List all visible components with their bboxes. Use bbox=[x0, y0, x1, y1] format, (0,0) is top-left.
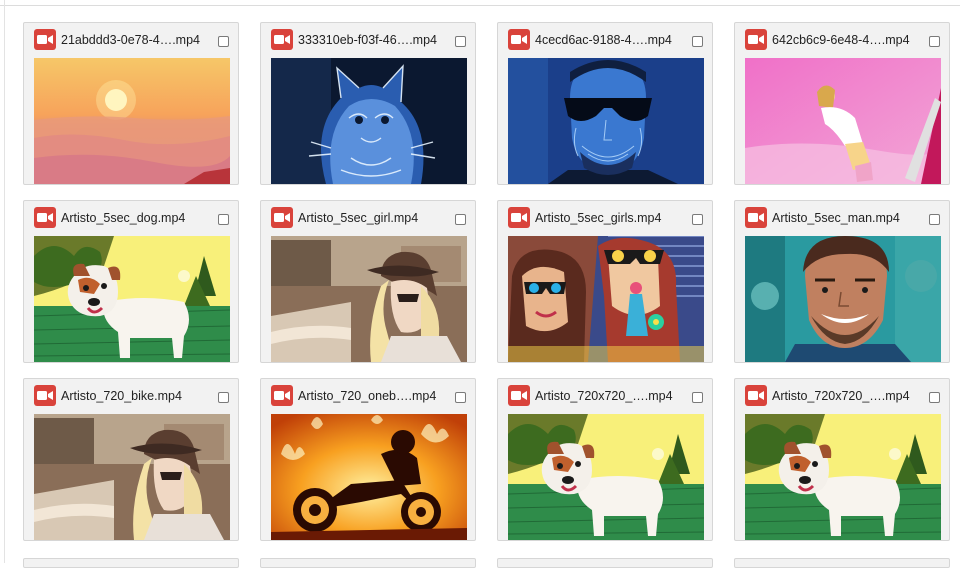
video-thumbnail[interactable] bbox=[271, 58, 467, 184]
file-name[interactable]: Artisto_720x720_….mp4 bbox=[772, 389, 910, 403]
file-name[interactable]: 21abddd3-0e78-4….mp4 bbox=[61, 33, 200, 47]
select-checkbox[interactable] bbox=[455, 392, 466, 403]
video-camera-icon bbox=[745, 207, 767, 228]
video-camera-icon bbox=[271, 385, 293, 406]
file-name[interactable]: Artisto_5sec_girl.mp4 bbox=[298, 211, 418, 225]
card-header: 642cb6c9-6e48-4….mp4 bbox=[735, 23, 949, 59]
file-name[interactable]: 642cb6c9-6e48-4….mp4 bbox=[772, 33, 910, 47]
video-card[interactable]: Artisto_5sec_man.mp4 bbox=[734, 200, 950, 363]
video-grid: 21abddd3-0e78-4….mp4 333310eb-f03f-46….m… bbox=[23, 22, 950, 541]
video-camera-icon bbox=[508, 29, 530, 50]
card-header: Artisto_5sec_dog.mp4 bbox=[24, 201, 238, 237]
video-card[interactable]: Artisto_720x720_….mp4 bbox=[497, 378, 713, 541]
video-card[interactable]: Artisto_720_oneb….mp4 bbox=[260, 378, 476, 541]
select-checkbox[interactable] bbox=[455, 36, 466, 47]
video-camera-icon bbox=[508, 207, 530, 228]
video-thumbnail[interactable] bbox=[745, 236, 941, 362]
video-camera-icon bbox=[271, 29, 293, 50]
video-camera-icon bbox=[34, 385, 56, 406]
card-header: Artisto_720_bike.mp4 bbox=[24, 379, 238, 415]
file-name[interactable]: Artisto_720_oneb….mp4 bbox=[298, 389, 436, 403]
video-card[interactable]: Artisto_5sec_girl.mp4 bbox=[260, 200, 476, 363]
file-name[interactable]: Artisto_5sec_dog.mp4 bbox=[61, 211, 185, 225]
select-checkbox[interactable] bbox=[218, 214, 229, 225]
select-checkbox[interactable] bbox=[929, 214, 940, 225]
card-header: Artisto_720_oneb….mp4 bbox=[261, 379, 475, 415]
select-checkbox[interactable] bbox=[455, 214, 466, 225]
select-checkbox[interactable] bbox=[692, 36, 703, 47]
video-card[interactable]: 333310eb-f03f-46….mp4 bbox=[260, 22, 476, 185]
video-card[interactable]: Artisto_5sec_dog.mp4 bbox=[23, 200, 239, 363]
card-header: 333310eb-f03f-46….mp4 bbox=[261, 23, 475, 59]
video-thumbnail[interactable] bbox=[34, 58, 230, 184]
video-thumbnail[interactable] bbox=[508, 414, 704, 540]
card-header: Artisto_720x720_….mp4 bbox=[498, 379, 712, 415]
file-name[interactable]: Artisto_5sec_man.mp4 bbox=[772, 211, 900, 225]
video-thumbnail[interactable] bbox=[271, 236, 467, 362]
video-card-partial[interactable] bbox=[734, 558, 950, 568]
video-thumbnail[interactable] bbox=[508, 236, 704, 362]
left-divider bbox=[4, 0, 5, 563]
card-header: 4cecd6ac-9188-4….mp4 bbox=[498, 23, 712, 59]
top-divider bbox=[0, 0, 960, 6]
video-card[interactable]: 642cb6c9-6e48-4….mp4 bbox=[734, 22, 950, 185]
video-camera-icon bbox=[271, 207, 293, 228]
video-camera-icon bbox=[745, 385, 767, 406]
select-checkbox[interactable] bbox=[218, 392, 229, 403]
video-card[interactable]: Artisto_720x720_….mp4 bbox=[734, 378, 950, 541]
select-checkbox[interactable] bbox=[692, 214, 703, 225]
file-name[interactable]: 333310eb-f03f-46….mp4 bbox=[298, 33, 437, 47]
video-thumbnail[interactable] bbox=[508, 58, 704, 184]
video-card[interactable]: Artisto_720_bike.mp4 bbox=[23, 378, 239, 541]
video-card[interactable]: Artisto_5sec_girls.mp4 bbox=[497, 200, 713, 363]
video-card-partial[interactable] bbox=[497, 558, 713, 568]
video-camera-icon bbox=[745, 29, 767, 50]
select-checkbox[interactable] bbox=[929, 392, 940, 403]
file-name[interactable]: Artisto_5sec_girls.mp4 bbox=[535, 211, 661, 225]
card-header: Artisto_720x720_….mp4 bbox=[735, 379, 949, 415]
card-header: Artisto_5sec_girls.mp4 bbox=[498, 201, 712, 237]
card-header: Artisto_5sec_girl.mp4 bbox=[261, 201, 475, 237]
video-camera-icon bbox=[34, 207, 56, 228]
card-header: Artisto_5sec_man.mp4 bbox=[735, 201, 949, 237]
select-checkbox[interactable] bbox=[692, 392, 703, 403]
video-camera-icon bbox=[508, 385, 530, 406]
video-thumbnail[interactable] bbox=[34, 414, 230, 540]
select-checkbox[interactable] bbox=[929, 36, 940, 47]
video-card-partial[interactable] bbox=[23, 558, 239, 568]
file-name[interactable]: 4cecd6ac-9188-4….mp4 bbox=[535, 33, 672, 47]
video-thumbnail[interactable] bbox=[745, 414, 941, 540]
video-thumbnail[interactable] bbox=[745, 58, 941, 184]
video-card[interactable]: 21abddd3-0e78-4….mp4 bbox=[23, 22, 239, 185]
video-card[interactable]: 4cecd6ac-9188-4….mp4 bbox=[497, 22, 713, 185]
video-camera-icon bbox=[34, 29, 56, 50]
video-thumbnail[interactable] bbox=[34, 236, 230, 362]
video-thumbnail[interactable] bbox=[271, 414, 467, 540]
card-header: 21abddd3-0e78-4….mp4 bbox=[24, 23, 238, 59]
video-card-partial[interactable] bbox=[260, 558, 476, 568]
file-name[interactable]: Artisto_720_bike.mp4 bbox=[61, 389, 182, 403]
select-checkbox[interactable] bbox=[218, 36, 229, 47]
file-name[interactable]: Artisto_720x720_….mp4 bbox=[535, 389, 673, 403]
